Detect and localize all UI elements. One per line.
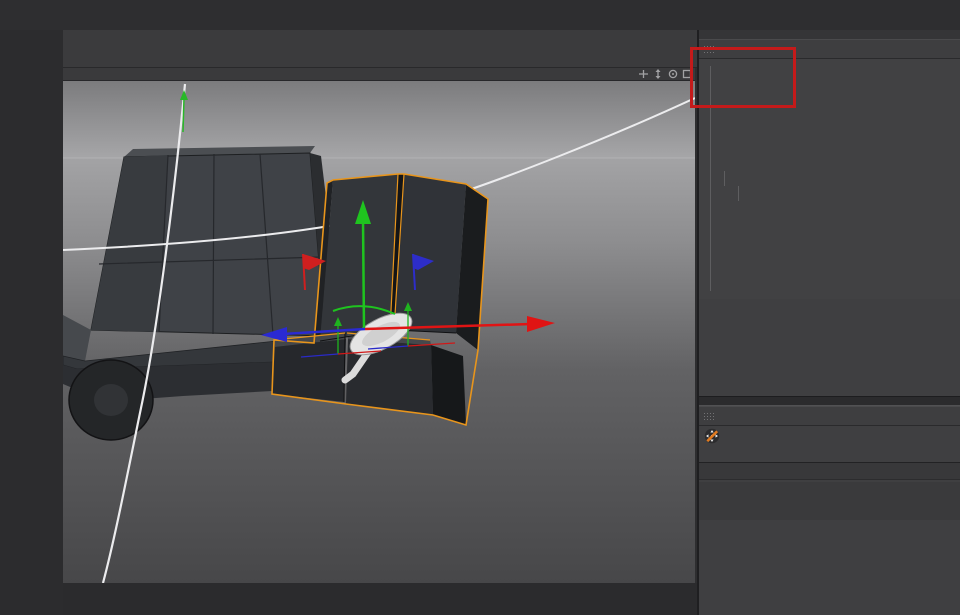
bottom-empty-strip [63, 583, 697, 615]
cinema4d-window [0, 0, 960, 615]
attribute-tabs [699, 446, 960, 462]
object-manager-header [699, 30, 960, 39]
panel-grip-icon[interactable] [703, 412, 715, 421]
main-toolbar [63, 30, 697, 68]
annotation-highlight-box [690, 47, 796, 108]
attribute-manager-menubar [699, 406, 960, 426]
viewport-sky [63, 80, 695, 158]
viewport-canvas[interactable] [63, 68, 695, 583]
tree-guide-line [738, 186, 739, 201]
left-empty-strip [0, 30, 63, 615]
viewport-header [63, 68, 695, 81]
multi-selection-icon [704, 428, 720, 444]
watermark-banner [0, 0, 960, 30]
tree-guide-line [724, 171, 725, 186]
gizmo-y-axis[interactable] [363, 220, 364, 329]
attribute-manager-empty-area [699, 482, 960, 520]
selection-info [699, 426, 960, 446]
object-manager-empty-area [699, 299, 960, 396]
viewport[interactable] [63, 68, 695, 583]
right-panel [697, 30, 960, 615]
section-header [699, 462, 960, 480]
panel-splitter[interactable] [699, 396, 960, 406]
